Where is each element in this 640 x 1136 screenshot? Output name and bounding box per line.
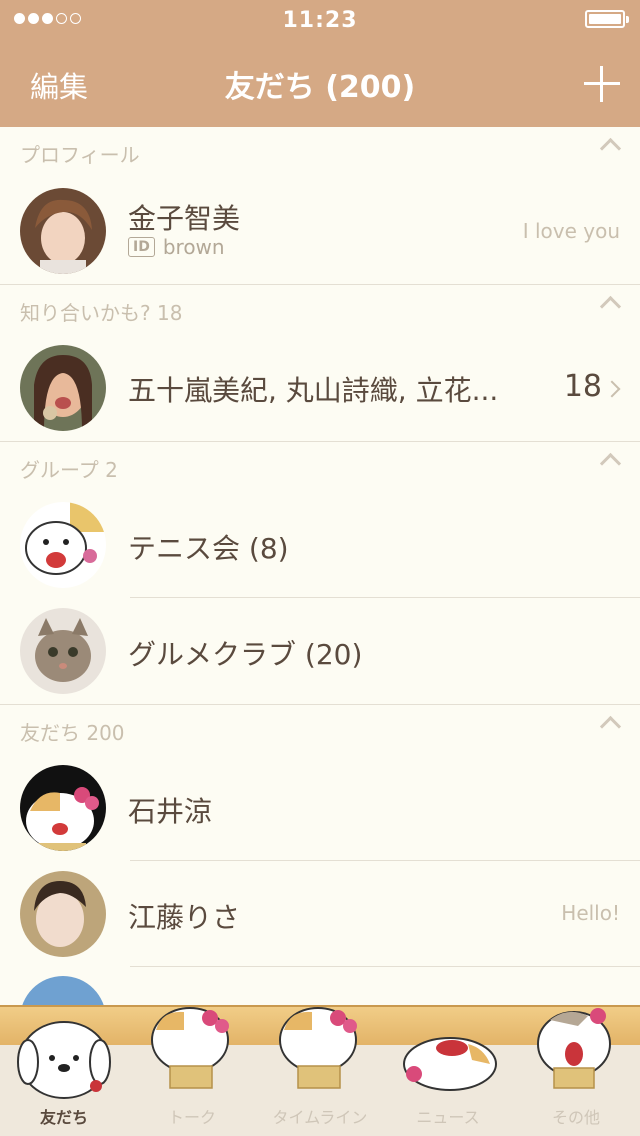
profile-row[interactable]: 金子智美 ID brown I love you	[0, 177, 640, 284]
tab-label: 友だち	[39, 1108, 88, 1127]
section-header-friends[interactable]: 友だち 200	[0, 705, 640, 755]
top-bar: 11:23 編集 友だち (200)	[0, 0, 640, 127]
section-label: 友だち 200	[20, 721, 125, 745]
tab-more[interactable]: その他	[512, 1008, 640, 1136]
tab-label: タイムライン	[272, 1108, 368, 1127]
section-header-suggest[interactable]: 知り合いかも? 18	[0, 285, 640, 335]
friend-row[interactable]: 江藤りさ Hello!	[0, 861, 640, 966]
profile-id-value: brown	[162, 235, 225, 259]
suggest-row[interactable]: 五十嵐美紀, 丸山詩織, 立花... 18	[0, 335, 640, 441]
suggest-count: 18	[563, 369, 602, 404]
tab-timeline[interactable]: タイムライン	[256, 1007, 384, 1136]
section-header-groups[interactable]: グループ 2	[0, 442, 640, 492]
group-name: グルメクラブ (20)	[128, 638, 363, 671]
collapse-chevron-icon[interactable]	[599, 452, 622, 475]
collapse-chevron-icon[interactable]	[599, 137, 622, 160]
friend-name: 石井涼	[128, 795, 213, 828]
cat-character-icon	[403, 1037, 497, 1091]
chevron-right-icon[interactable]	[603, 380, 621, 398]
avatar	[20, 871, 106, 957]
avatar	[20, 765, 106, 851]
avatar	[20, 188, 106, 274]
section-header-profile[interactable]: プロフィール	[0, 127, 640, 177]
section-label: プロフィール	[20, 143, 140, 167]
section-label: 知り合いかも? 18	[20, 301, 183, 325]
tab-talk[interactable]: トーク	[128, 1007, 256, 1136]
section-label: グループ 2	[20, 458, 118, 482]
profile-status-message: I love you	[522, 219, 620, 243]
divider	[130, 966, 640, 967]
tab-label: ニュース	[416, 1108, 480, 1127]
page-title: 友だち (200)	[224, 70, 416, 105]
group-name: テニス会 (8)	[128, 532, 289, 565]
avatar	[20, 608, 106, 694]
friend-name: 江藤りさ	[128, 901, 241, 934]
tab-label: トーク	[167, 1108, 216, 1127]
suggest-names: 五十嵐美紀, 丸山詩織, 立花...	[128, 374, 499, 407]
cat-character-icon	[151, 1007, 229, 1089]
friend-row[interactable]: 石井涼	[0, 755, 640, 860]
tab-news[interactable]: ニュース	[384, 1037, 512, 1136]
group-row[interactable]: グルメクラブ (20)	[0, 598, 640, 704]
avatar	[20, 345, 106, 431]
friend-status-message: Hello!	[561, 901, 620, 925]
dog-character-icon	[17, 1021, 111, 1099]
avatar	[20, 502, 106, 588]
group-row[interactable]: テニス会 (8)	[0, 492, 640, 597]
battery-icon	[585, 10, 629, 28]
profile-id: ID brown	[128, 235, 225, 259]
cat-character-icon	[537, 1008, 611, 1089]
collapse-chevron-icon[interactable]	[599, 715, 622, 738]
status-time: 11:23	[282, 8, 358, 33]
cat-character-icon	[279, 1007, 357, 1089]
add-friend-icon[interactable]	[584, 66, 620, 102]
tab-friends[interactable]: 友だち	[0, 1021, 128, 1136]
profile-name: 金子智美	[128, 202, 241, 235]
collapse-chevron-icon[interactable]	[599, 295, 622, 318]
id-badge: ID	[128, 237, 155, 257]
status-bar: 11:23	[0, 0, 640, 40]
tab-label: その他	[551, 1108, 600, 1127]
